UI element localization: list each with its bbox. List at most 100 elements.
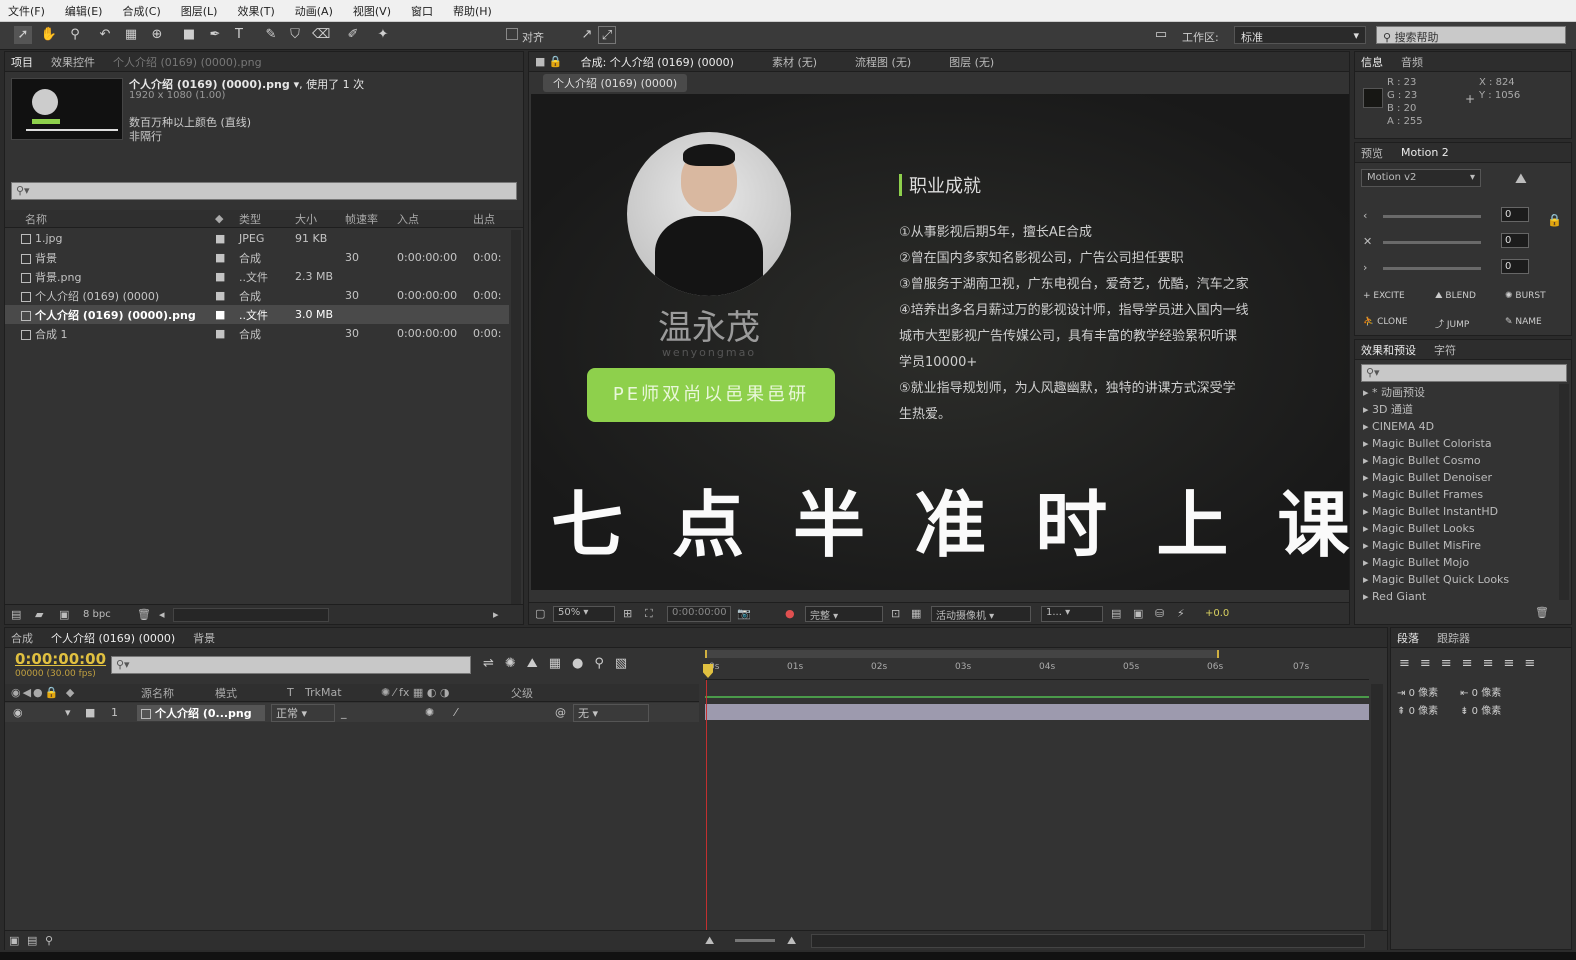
brush-tool-icon[interactable]: ✎ bbox=[262, 26, 280, 44]
snapshot-icon[interactable]: 📷 bbox=[737, 607, 751, 620]
workspace-icon[interactable]: ▭ bbox=[1150, 26, 1172, 44]
menu-edit[interactable]: 编辑(E) bbox=[65, 3, 103, 19]
flowchart-icon[interactable]: ⛁ bbox=[1155, 607, 1164, 620]
tab-flowchart[interactable]: 流程图 (无) bbox=[855, 54, 911, 70]
col-t[interactable]: T bbox=[287, 686, 305, 699]
playhead-handle[interactable] bbox=[703, 664, 713, 678]
resolution-select[interactable]: 完整 ▾ bbox=[805, 606, 883, 622]
quality-switch-icon[interactable]: ⁄ bbox=[455, 706, 555, 719]
toggle-view-icon[interactable]: ▢ bbox=[535, 607, 545, 620]
ease-out-slider[interactable] bbox=[1383, 267, 1481, 270]
pan-behind-tool-icon[interactable]: ⊕ bbox=[148, 26, 166, 44]
ease-in-slider[interactable] bbox=[1383, 215, 1481, 218]
comp-timecode[interactable]: 0:00:00:00 bbox=[667, 606, 731, 622]
layer-mode-select[interactable]: 正常 ▾ bbox=[271, 703, 335, 722]
list-item[interactable]: ▸ Magic Bullet Mojo bbox=[1355, 554, 1555, 571]
rotate-tool-icon[interactable]: ↶ bbox=[96, 26, 114, 44]
trash-icon[interactable]: 🗑 bbox=[137, 608, 151, 621]
lock-icon[interactable]: ■ 🔒 bbox=[535, 55, 563, 68]
indent-row-1[interactable]: ⇥ 0 像素 ⇤ 0 像素 bbox=[1397, 684, 1501, 699]
col-mode[interactable]: 模式 bbox=[215, 685, 287, 701]
tab-audio[interactable]: 音频 bbox=[1401, 54, 1423, 70]
jump-button[interactable]: ⤴ JUMP bbox=[1435, 317, 1469, 330]
scroll-right-icon[interactable]: ▸ bbox=[493, 608, 499, 621]
list-item-selected[interactable]: 个人介绍 (0169) (0000).png ■ ..文件 3.0 MB bbox=[5, 305, 509, 324]
menu-help[interactable]: 帮助(H) bbox=[453, 3, 492, 19]
roto-brush-tool-icon[interactable]: ✐ bbox=[344, 26, 362, 44]
list-item[interactable]: 1.jpg ■ JPEG 91 KB bbox=[5, 229, 509, 248]
effects-scrollbar[interactable] bbox=[1559, 384, 1569, 600]
zoom-in-icon[interactable]: ⛰ bbox=[787, 934, 796, 948]
col-name[interactable]: 名称 bbox=[5, 211, 215, 227]
views-select[interactable]: 1... ▾ bbox=[1041, 606, 1103, 622]
snap-icon[interactable]: ↗ bbox=[578, 26, 596, 44]
ease-out-field[interactable]: 0 bbox=[1501, 259, 1529, 274]
align-checkbox[interactable] bbox=[506, 28, 518, 40]
zoom-out-icon[interactable]: ⛰ bbox=[705, 934, 714, 948]
bpc-label[interactable]: 8 bpc bbox=[83, 609, 111, 620]
trash-icon[interactable]: 🗑 bbox=[1535, 606, 1549, 619]
col-fps[interactable]: 帧速率 bbox=[345, 211, 397, 227]
col-out[interactable]: 出点 bbox=[473, 211, 513, 227]
motion-version-select[interactable]: Motion v2 ▾ bbox=[1361, 169, 1481, 187]
menu-effect[interactable]: 效果(T) bbox=[237, 3, 274, 19]
burst-button[interactable]: ✺ BURST bbox=[1505, 291, 1546, 301]
ease-both-field[interactable]: 0 bbox=[1501, 233, 1529, 248]
list-item[interactable]: ▸ Magic Bullet Frames bbox=[1355, 486, 1555, 503]
list-item[interactable]: ▸ Magic Bullet MisFire bbox=[1355, 537, 1555, 554]
list-item[interactable]: ▸ Magic Bullet Looks bbox=[1355, 520, 1555, 537]
menu-layer[interactable]: 图层(L) bbox=[181, 3, 218, 19]
clone-button[interactable]: ⛹ CLONE bbox=[1363, 317, 1408, 327]
new-folder-icon[interactable]: ▰ bbox=[35, 608, 43, 621]
list-item[interactable]: 合成 1 ■ 合成 30 0:00:00:00 0:00: bbox=[5, 324, 509, 343]
region-icon[interactable]: ⊡ bbox=[891, 607, 900, 620]
rectangle-tool-icon[interactable]: ■ bbox=[180, 26, 198, 44]
clone-stamp-tool-icon[interactable]: ⛉ bbox=[286, 26, 304, 44]
fast-preview-icon[interactable]: ▤ bbox=[1111, 607, 1121, 620]
col-size[interactable]: 大小 bbox=[295, 211, 345, 227]
pen-tool-icon[interactable]: ✒ bbox=[206, 26, 224, 44]
timeline-hscrollbar[interactable] bbox=[811, 934, 1365, 948]
tab-comp1[interactable]: 合成 bbox=[11, 630, 33, 646]
alignment-icons[interactable]: ≡≡≡≡≡≡≡ bbox=[1399, 656, 1545, 671]
comp-viewer[interactable]: 温永茂 wenyongmao PE师双尚以邑果邑研 职业成就 ①从事影视后期5年… bbox=[531, 94, 1349, 590]
timeline-scrollbar[interactable] bbox=[1371, 684, 1383, 934]
timeline-icon[interactable]: ▣ bbox=[1133, 607, 1143, 620]
menu-file[interactable]: 文件(F) bbox=[8, 3, 45, 19]
list-item[interactable]: ▸ Red Giant bbox=[1355, 588, 1555, 605]
col-trkmat[interactable]: TrkMat bbox=[305, 686, 381, 699]
ease-both-slider[interactable] bbox=[1383, 241, 1481, 244]
new-comp-icon[interactable]: ▣ bbox=[59, 608, 69, 621]
indent-row-2[interactable]: ⇞ 0 像素 ⇟ 0 像素 bbox=[1397, 702, 1501, 717]
list-item[interactable]: ▸ Magic Bullet InstantHD bbox=[1355, 503, 1555, 520]
tab-effect-target[interactable]: 个人介绍 (0169) (0000).png bbox=[113, 54, 262, 70]
project-hscrollbar[interactable] bbox=[173, 608, 329, 622]
work-area-bar[interactable] bbox=[705, 650, 1219, 658]
col-parent[interactable]: 父级 bbox=[511, 685, 533, 701]
project-scrollbar[interactable] bbox=[511, 230, 521, 610]
tab-paragraph[interactable]: 段落 bbox=[1397, 630, 1419, 646]
col-in[interactable]: 入点 bbox=[397, 211, 473, 227]
list-item[interactable]: 个人介绍 (0169) (0000) ■ 合成 30 0:00:00:00 0:00: bbox=[5, 286, 509, 305]
timeline-search-input[interactable]: ⚲▾ bbox=[111, 656, 471, 674]
toggle-modes-icon[interactable]: ▤ bbox=[27, 934, 37, 947]
workspace-select[interactable]: 标准 ▾ bbox=[1234, 26, 1366, 44]
exposure-value[interactable]: +0.0 bbox=[1205, 608, 1229, 619]
tab-info[interactable]: 信息 bbox=[1361, 54, 1383, 70]
excite-button[interactable]: + EXCITE bbox=[1363, 291, 1405, 301]
camera-tool-icon[interactable]: ▦ bbox=[122, 26, 140, 44]
puppet-tool-icon[interactable]: ✦ bbox=[374, 26, 392, 44]
pickwhip-icon[interactable]: @ bbox=[555, 706, 573, 719]
project-search-input[interactable]: ⚲▾ bbox=[11, 182, 517, 200]
effects-search-input[interactable]: ⚲▾ bbox=[1361, 364, 1567, 382]
list-item[interactable]: ▸ CINEMA 4D bbox=[1355, 418, 1555, 435]
timeline-switch-icons[interactable]: ⇌✺⛰▦●⚲▧ bbox=[483, 656, 638, 671]
tab-project[interactable]: 项目 bbox=[11, 54, 33, 70]
zoom-tool-icon[interactable]: ⚲ bbox=[66, 26, 84, 44]
transparency-grid-icon[interactable]: ▦ bbox=[911, 607, 921, 620]
list-item[interactable]: ▸ Magic Bullet Denoiser bbox=[1355, 469, 1555, 486]
list-item[interactable]: ▸ * 动画预设 bbox=[1355, 384, 1555, 401]
list-item[interactable]: ▸ Magic Bullet Cosmo bbox=[1355, 452, 1555, 469]
expand-layer-icon[interactable]: ▾ bbox=[65, 706, 85, 719]
menu-composition[interactable]: 合成(C) bbox=[122, 3, 160, 19]
